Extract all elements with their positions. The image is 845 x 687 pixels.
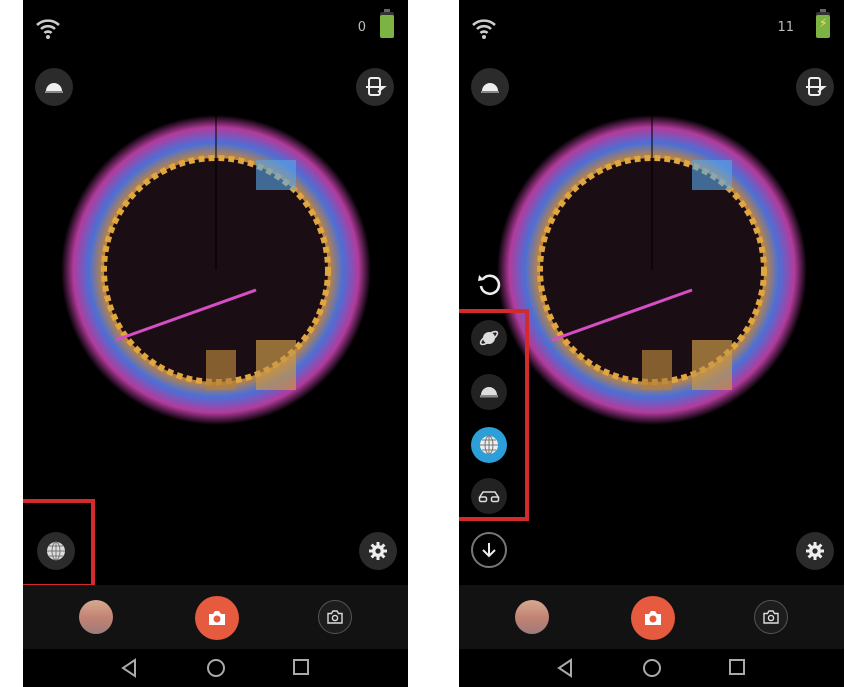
camera-outline-icon	[327, 610, 343, 624]
back-icon[interactable]	[556, 658, 574, 678]
settings-button[interactable]	[359, 532, 397, 570]
dome-view-button[interactable]	[35, 68, 73, 106]
fisheye-preview[interactable]	[492, 110, 812, 430]
status-count: 11	[777, 20, 794, 35]
gallery-thumbnail[interactable]	[79, 600, 113, 634]
dome-view-icon	[45, 83, 63, 93]
shutter-button[interactable]	[195, 596, 239, 640]
collapse-arrow-icon	[482, 543, 496, 558]
highlight-box-view-mode-menu	[459, 309, 529, 521]
gear-icon	[369, 542, 387, 560]
home-icon[interactable]	[206, 658, 226, 678]
screen-rotate-button[interactable]	[796, 68, 834, 106]
wifi-icon	[472, 19, 496, 39]
shutter-button[interactable]	[631, 596, 675, 640]
system-nav-bar	[23, 649, 408, 687]
back-icon[interactable]	[120, 658, 138, 678]
recents-icon[interactable]	[728, 658, 746, 676]
status-count: 0	[357, 20, 366, 35]
screen-rotate-icon	[366, 77, 387, 96]
system-nav-bar	[459, 649, 844, 687]
dome-view-icon	[481, 83, 499, 93]
fisheye-preview[interactable]	[56, 110, 376, 430]
status-bar: 0	[23, 0, 408, 56]
camera-outline-icon	[763, 610, 779, 624]
phone-screen-right: 11 ⚡	[459, 0, 844, 687]
camera-bottom-bar	[23, 585, 408, 649]
collapse-menu-button[interactable]	[471, 532, 507, 568]
rotate-reset-icon	[478, 274, 501, 296]
photo-mode-button[interactable]	[754, 600, 788, 634]
camera-icon	[645, 611, 661, 625]
dome-view-button[interactable]	[471, 68, 509, 106]
battery-icon	[380, 9, 394, 38]
status-bar: 11 ⚡	[459, 0, 844, 56]
settings-button[interactable]	[796, 532, 834, 570]
screen-rotate-button[interactable]	[356, 68, 394, 106]
battery-charging-icon: ⚡	[816, 9, 830, 38]
camera-icon	[209, 611, 225, 625]
camera-bottom-bar	[459, 585, 844, 649]
recents-icon[interactable]	[292, 658, 310, 676]
home-icon[interactable]	[642, 658, 662, 678]
gear-icon	[806, 542, 824, 560]
photo-mode-button[interactable]	[318, 600, 352, 634]
phone-screen-left: 0	[23, 0, 408, 687]
highlight-box-view-mode	[23, 499, 95, 588]
wifi-icon	[36, 19, 60, 39]
rotate-reset-button[interactable]	[471, 266, 507, 302]
gallery-thumbnail[interactable]	[515, 600, 549, 634]
screen-rotate-icon	[806, 77, 827, 96]
